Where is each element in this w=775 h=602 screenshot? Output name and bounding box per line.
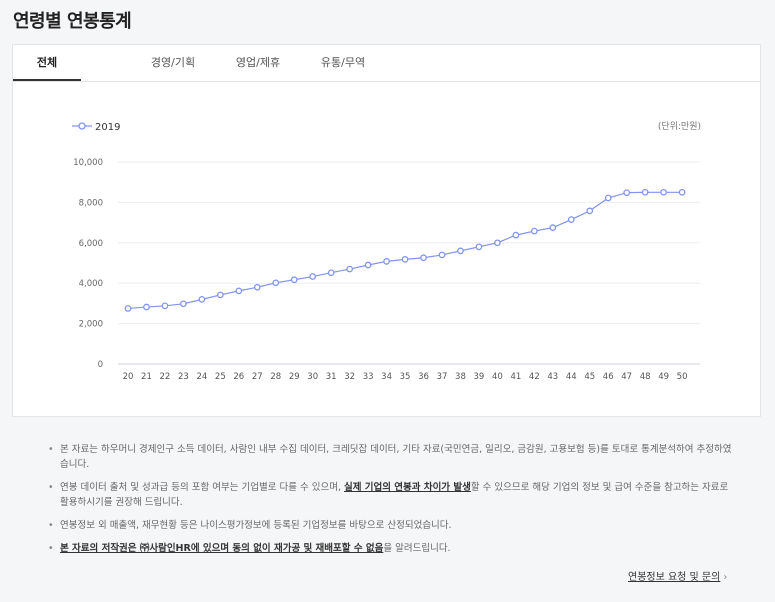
data-point <box>438 251 446 259</box>
note-item: • 본 자료의 저작권은 ㈜사람인HR에 있으며 동의 없이 재가공 및 재배포할… <box>48 541 738 556</box>
data-point <box>346 265 353 273</box>
x-tick-label: 39 <box>474 372 485 382</box>
bullet-icon: • <box>48 482 54 493</box>
x-tick-label: 26 <box>233 372 244 382</box>
note-text: 연봉 데이터 출처 및 성과급 등의 포함 여부는 기업별로 다를 수 있으며, <box>60 482 344 493</box>
data-point <box>235 287 243 295</box>
x-tick-label: 33 <box>363 372 374 382</box>
data-point <box>161 302 169 310</box>
notes-list: • 본 자료는 하우머니 경제인구 소득 데이터, 사람인 내부 수집 데이터, … <box>48 442 738 564</box>
data-point <box>660 188 667 196</box>
data-point <box>143 303 150 311</box>
data-point <box>641 188 649 196</box>
x-tick-label: 29 <box>289 372 300 382</box>
y-tick-label: 2,000 <box>79 320 103 330</box>
series-line <box>127 191 683 310</box>
data-point <box>678 188 686 196</box>
data-point <box>290 276 298 284</box>
data-point <box>217 291 224 299</box>
note-text: 연봉정보 외 매출액, 재무현황 등은 나이스평가정보에 등록된 기업정보를 바… <box>60 520 452 531</box>
unit-label: (단위:만원) <box>658 121 701 132</box>
note-emphasis: 실제 기업의 연봉과 차이가 발생 <box>343 482 471 493</box>
data-point <box>567 216 575 223</box>
chevron-right-icon: › <box>723 572 728 583</box>
data-point <box>475 243 483 251</box>
data-point <box>512 231 520 239</box>
note-text: 을 알려드립니다. <box>383 543 451 554</box>
x-tick-label: 50 <box>677 372 688 382</box>
data-point <box>198 296 206 303</box>
x-tick-label: 47 <box>621 372 632 382</box>
note-emphasis: 본 자료의 저작권은 ㈜사람인HR에 있으며 동의 없이 재가공 및 재배포할 … <box>60 543 384 554</box>
legend-label: 2019 <box>95 122 120 133</box>
data-point <box>180 300 187 308</box>
salary-inquiry-link[interactable]: 연봉정보 요청 및 문의 › <box>628 568 727 583</box>
y-tick-label: 10,000 <box>73 158 103 168</box>
data-point <box>272 279 280 287</box>
data-point <box>586 207 594 215</box>
data-point <box>364 261 372 269</box>
y-tick-label: 8,000 <box>79 198 103 208</box>
y-tick-label: 6,000 <box>79 239 103 249</box>
y-tick-label: 4,000 <box>79 279 103 289</box>
data-point <box>457 247 464 255</box>
x-tick-label: 23 <box>178 372 189 382</box>
x-tick-label: 36 <box>418 372 429 382</box>
x-tick-label: 30 <box>307 372 318 382</box>
x-tick-label: 22 <box>160 372 171 382</box>
x-tick-label: 35 <box>400 372 411 382</box>
data-point <box>401 256 409 263</box>
note-item: • 연봉 데이터 출처 및 성과급 등의 포함 여부는 기업별로 다를 수 있으며… <box>48 480 738 510</box>
x-tick-label: 34 <box>381 372 392 382</box>
data-point <box>420 254 427 262</box>
bullet-icon: • <box>48 520 54 531</box>
data-point <box>530 227 538 235</box>
data-point <box>623 189 631 197</box>
x-tick-label: 44 <box>566 372 577 382</box>
bullet-icon: • <box>48 543 54 554</box>
x-tick-label: 46 <box>603 372 614 382</box>
data-point <box>549 224 557 231</box>
data-point <box>494 239 501 247</box>
data-point <box>253 283 261 291</box>
data-point <box>309 273 317 280</box>
x-tick-label: 24 <box>196 372 207 382</box>
salary-inquiry-label: 연봉정보 요청 및 문의 <box>628 572 721 583</box>
x-tick-label: 42 <box>529 372 540 382</box>
data-point <box>604 194 612 202</box>
note-item: • 연봉정보 외 매출액, 재무현황 등은 나이스평가정보에 등록된 기업정보를 … <box>48 518 738 533</box>
x-tick-label: 25 <box>215 372 226 382</box>
note-item: • 본 자료는 하우머니 경제인구 소득 데이터, 사람인 내부 수집 데이터, … <box>48 442 738 472</box>
x-tick-label: 37 <box>437 372 448 382</box>
x-tick-label: 40 <box>492 372 503 382</box>
x-tick-label: 43 <box>547 372 558 382</box>
x-tick-label: 32 <box>344 372 355 382</box>
legend-marker <box>78 122 86 130</box>
x-tick-label: 48 <box>640 372 651 382</box>
note-text: 본 자료는 하우머니 경제인구 소득 데이터, 사람인 내부 수집 데이터, 크… <box>60 444 732 470</box>
x-tick-label: 28 <box>270 372 281 382</box>
x-tick-label: 31 <box>326 372 337 382</box>
data-point <box>327 269 335 277</box>
x-tick-label: 21 <box>141 372 152 382</box>
y-tick-label: 0 <box>98 360 103 370</box>
bullet-icon: • <box>48 444 54 455</box>
data-point <box>383 258 390 265</box>
data-point <box>124 305 132 312</box>
x-tick-label: 41 <box>510 372 521 382</box>
x-tick-label: 20 <box>123 372 134 382</box>
x-tick-label: 45 <box>584 372 595 382</box>
x-tick-label: 49 <box>658 372 669 382</box>
x-tick-label: 38 <box>455 372 466 382</box>
x-tick-label: 27 <box>252 372 263 382</box>
